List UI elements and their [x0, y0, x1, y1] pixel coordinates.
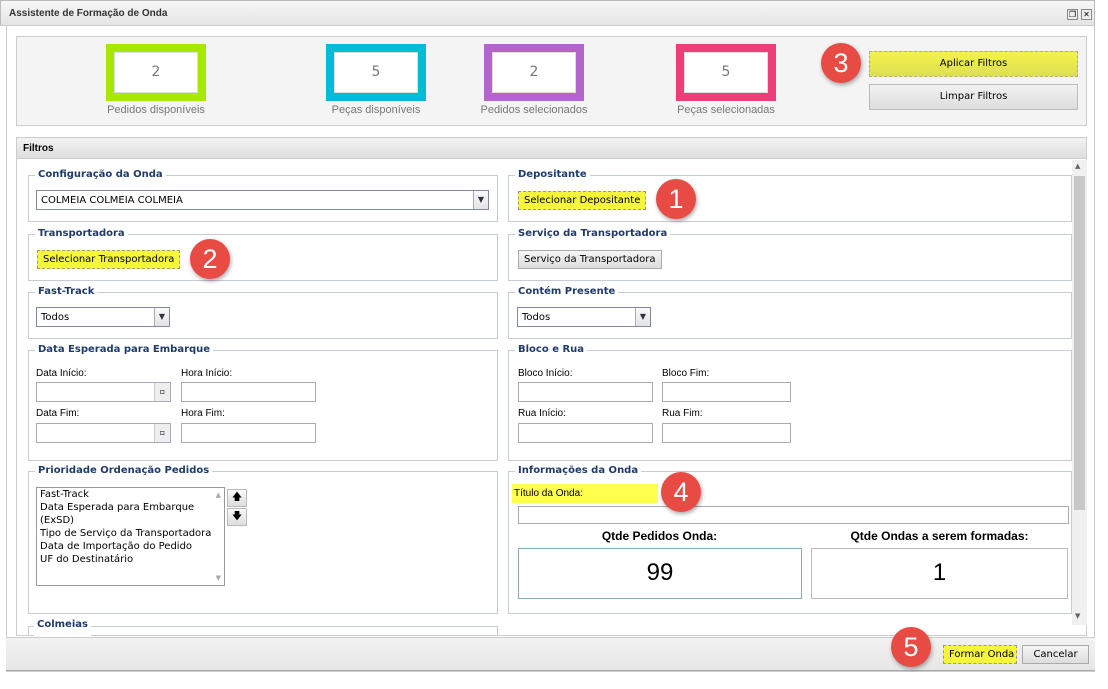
hora-inicio-label: Hora Início: [181, 368, 233, 379]
scroll-thumb[interactable] [1074, 176, 1085, 510]
stat-label: Pedidos disponíveis [107, 104, 205, 116]
servico-transportadora-button[interactable]: Serviço da Transportadora [518, 250, 662, 269]
presente-select[interactable]: Todos ▼ [517, 307, 651, 327]
select-depositante-button[interactable]: Selecionar Depositante [518, 191, 647, 210]
clear-filters-button[interactable]: Limpar Filtros [869, 84, 1078, 110]
select-transportadora-button[interactable]: Selecionar Transportadora [37, 250, 181, 269]
data-inicio-input[interactable]: ▫ [36, 382, 171, 402]
config-fieldset: Configuração da Onda COLMEIA COLMEIA COL… [28, 169, 498, 222]
arrow-up-icon: 🡅 [231, 492, 243, 503]
bloco-fim-input[interactable] [662, 382, 791, 402]
stat-pecas-disponiveis: 5 [326, 44, 426, 101]
move-down-button[interactable]: 🡇 [227, 508, 247, 526]
scroll-down-icon[interactable]: ▼ [216, 574, 221, 582]
rua-inicio-label: Rua Início: [518, 408, 566, 419]
config-value: COLMEIA COLMEIA COLMEIA [41, 195, 183, 206]
data-fim-label: Data Fim: [36, 408, 80, 419]
stat-label: Peças disponíveis [331, 104, 421, 116]
stat-pedidos-disponiveis: 2 [106, 44, 206, 101]
list-item[interactable]: Data de Importação do Pedido [37, 540, 224, 553]
list-item[interactable]: Data Esperada para Embarque (ExSD) [37, 501, 224, 527]
rua-fim-label: Rua Fim: [662, 408, 703, 419]
step-badge-3: 3 [821, 43, 861, 83]
transportadora-fieldset: Transportadora Selecionar Transportadora [28, 228, 498, 281]
titulo-label: Título da Onda: [512, 484, 658, 503]
scroll-up-icon[interactable]: ▲ [1075, 162, 1080, 170]
titulo-input[interactable] [518, 506, 1069, 524]
calendar-icon[interactable]: ▫ [154, 383, 170, 401]
filters-header: Filtros [17, 138, 1086, 159]
hora-inicio-input[interactable] [181, 382, 316, 402]
calendar-icon[interactable]: ▫ [154, 424, 170, 442]
hora-fim-label: Hora Fim: [181, 408, 225, 419]
list-item[interactable]: Tipo de Serviço da Transportadora [37, 527, 224, 540]
fasttrack-select[interactable]: Todos ▼ [36, 307, 170, 327]
stat-pedidos-selecionados: 2 [484, 44, 584, 101]
fasttrack-value: Todos [41, 312, 70, 323]
scroll-up-icon[interactable]: ▲ [216, 491, 221, 499]
form-wave-button[interactable]: Formar Onda [943, 645, 1017, 664]
step-badge-1: 1 [656, 179, 696, 219]
hora-fim-input[interactable] [181, 423, 316, 443]
qtde-ondas-value: 1 [811, 548, 1068, 599]
step-badge-5: 5 [891, 627, 931, 667]
list-item[interactable]: Fast-Track [37, 488, 224, 501]
title-bar: Assistente de Formação de Onda ❐ ✕ [0, 0, 1095, 26]
data-legend: Data Esperada para Embarque [35, 344, 214, 355]
bloco-rua-fieldset: Bloco e Rua Bloco Início: Bloco Fim: Rua… [508, 344, 1072, 461]
fasttrack-fieldset: Fast-Track Todos ▼ [28, 286, 498, 339]
stat-label: Pedidos selecionados [480, 104, 588, 116]
qtde-pedidos-input[interactable]: 99 [518, 548, 802, 599]
qtde-pedidos-label: Qtde Pedidos Onda: [601, 529, 718, 543]
prioridade-legend: Prioridade Ordenação Pedidos [35, 465, 213, 476]
prioridade-fieldset: Prioridade Ordenação Pedidos Fast-Track … [28, 465, 498, 614]
chevron-down-icon[interactable]: ▼ [635, 308, 650, 326]
rua-fim-input[interactable] [662, 423, 791, 443]
restore-icon[interactable]: ❐ [1067, 9, 1078, 20]
step-badge-4: 4 [661, 472, 701, 512]
window-title: Assistente de Formação de Onda [9, 8, 168, 19]
servico-legend: Serviço da Transportadora [515, 228, 671, 239]
list-item[interactable]: UF do Destinatário [37, 553, 224, 566]
data-inicio-label: Data Início: [36, 368, 87, 379]
apply-filters-button[interactable]: Aplicar Filtros [869, 51, 1078, 77]
arrow-down-icon: 🡇 [231, 511, 243, 522]
bloco-legend: Bloco e Rua [515, 344, 588, 355]
presente-legend: Contém Presente [515, 286, 619, 297]
transportadora-legend: Transportadora [35, 228, 128, 239]
stat-label: Peças selecionadas [677, 104, 775, 116]
fasttrack-legend: Fast-Track [35, 286, 98, 297]
scroll-down-icon[interactable]: ▼ [1075, 612, 1080, 620]
data-embarque-fieldset: Data Esperada para Embarque Data Início:… [28, 344, 498, 461]
step-badge-2: 2 [190, 239, 230, 279]
footer-bar [6, 637, 1095, 671]
stat-pecas-selecionadas: 5 [676, 44, 776, 101]
info-onda-fieldset: Informações da Onda Título da Onda: Qtde… [508, 465, 1072, 614]
bloco-fim-label: Bloco Fim: [662, 368, 710, 379]
depositante-fieldset: Depositante Selecionar Depositante [508, 169, 1072, 222]
info-legend: Informações da Onda [515, 465, 642, 476]
chevron-down-icon[interactable]: ▼ [154, 308, 169, 326]
depositante-legend: Depositante [515, 169, 590, 180]
qtde-ondas-label: Qtde Ondas a serem formadas: [850, 529, 1029, 543]
servico-fieldset: Serviço da Transportadora Serviço da Tra… [508, 228, 1072, 281]
colmeias-fieldset [28, 626, 498, 636]
config-select[interactable]: COLMEIA COLMEIA COLMEIA ▼ [36, 190, 489, 210]
close-icon[interactable]: ✕ [1081, 9, 1092, 20]
presente-value: Todos [522, 312, 551, 323]
cancel-button[interactable]: Cancelar [1022, 645, 1089, 664]
bloco-inicio-input[interactable] [518, 382, 653, 402]
prioridade-list[interactable]: Fast-Track Data Esperada para Embarque (… [36, 487, 225, 586]
bloco-inicio-label: Bloco Início: [518, 368, 573, 379]
move-up-button[interactable]: 🡅 [227, 489, 247, 507]
config-legend: Configuração da Onda [35, 169, 166, 180]
chevron-down-icon[interactable]: ▼ [473, 191, 488, 209]
scrollbar[interactable]: ▲ ▼ [1072, 160, 1087, 625]
colmeias-legend: Colmeias [34, 619, 91, 636]
rua-inicio-input[interactable] [518, 423, 653, 443]
presente-fieldset: Contém Presente Todos ▼ [508, 286, 1072, 339]
data-fim-input[interactable]: ▫ [36, 423, 171, 443]
